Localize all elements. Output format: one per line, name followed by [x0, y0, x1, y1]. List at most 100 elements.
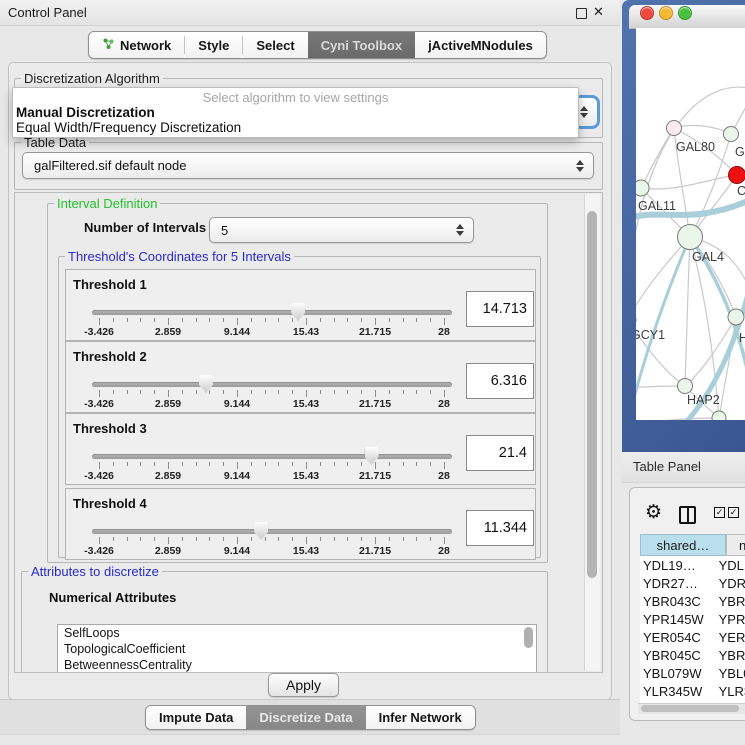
major-tick [237, 390, 238, 397]
vertical-scrollbar[interactable] [584, 194, 600, 671]
network-node-gal80[interactable] [667, 121, 682, 136]
table-row[interactable]: YBR043CYBR0 [640, 592, 745, 610]
threshold-slider-track[interactable] [92, 454, 452, 459]
network-node-ga[interactable] [724, 127, 739, 142]
network-node-h[interactable] [728, 309, 744, 325]
tick-label: 2.859 [142, 545, 194, 557]
zoom-light[interactable] [678, 6, 692, 20]
major-tick [306, 462, 307, 469]
vertical-scrollbar-thumb[interactable] [587, 211, 597, 578]
minor-tick [251, 390, 252, 394]
network-node-gal11[interactable] [636, 180, 649, 196]
minor-tick [182, 537, 183, 541]
minor-tick [127, 390, 128, 394]
minor-tick [430, 462, 431, 466]
minor-tick [278, 318, 279, 322]
minimize-light[interactable] [659, 6, 673, 20]
network-node[interactable] [712, 411, 726, 420]
tab-discretize-data[interactable]: Discretize Data [246, 706, 365, 729]
close-icon[interactable]: ✕ [593, 4, 604, 20]
table-rows: YDL19…YDL1YDR27…YDR2YBR043CYBR0YPR145WYP… [640, 556, 745, 703]
tick-label: 9.144 [211, 326, 263, 338]
column-header-shared-name[interactable]: shared… [640, 534, 726, 556]
minor-tick [334, 390, 335, 394]
tab-impute-data[interactable]: Impute Data [146, 706, 246, 729]
major-tick [237, 462, 238, 469]
interval-definition-groupbox: Interval Definition Number of Intervals … [47, 203, 548, 563]
checkbox-checked-icon[interactable]: ✓ [714, 507, 725, 518]
threshold-label: Threshold 1 [73, 277, 147, 292]
minor-tick [416, 390, 417, 394]
attribute-item[interactable]: BetweennessCentrality [58, 657, 536, 673]
algorithm-option-equal-width-frequency-discretization[interactable]: Equal Width/Frequency Discretization [13, 120, 578, 135]
apply-button[interactable]: Apply [268, 673, 339, 697]
threshold-slider-track[interactable] [92, 310, 452, 315]
table-row[interactable]: YPR145WYPR1 [640, 610, 745, 628]
network-edge[interactable] [685, 237, 690, 386]
tab-label: Discretize Data [259, 710, 352, 725]
major-tick [306, 537, 307, 544]
horizontal-scrollbar[interactable] [638, 703, 745, 714]
tick-label: 9.144 [211, 398, 263, 410]
threshold-slider-thumb[interactable] [365, 447, 379, 465]
threshold-slider-thumb[interactable] [254, 522, 268, 540]
network-edge[interactable] [690, 237, 719, 418]
attribute-item[interactable]: SelfLoops [58, 625, 536, 641]
major-tick [306, 318, 307, 325]
threshold-slider-thumb[interactable] [199, 375, 213, 393]
list-scrollbar-thumb[interactable] [524, 627, 533, 648]
tab-select[interactable]: Select [243, 32, 307, 58]
minor-tick [154, 537, 155, 541]
network-node-hap2[interactable] [678, 379, 693, 394]
tab-style[interactable]: Style [185, 32, 242, 58]
numerical-attributes-list[interactable]: SelfLoopsTopologicalCoefficientBetweenne… [57, 624, 537, 673]
tab-infer-network[interactable]: Infer Network [366, 706, 475, 729]
tab-cyni-toolbox[interactable]: Cyni Toolbox [308, 32, 415, 58]
checkbox-checked-icon[interactable]: ✓ [728, 507, 739, 518]
network-node-c[interactable] [729, 167, 745, 184]
tab-jactivemnodules[interactable]: jActiveMNodules [415, 32, 546, 58]
network-edge[interactable] [636, 418, 719, 420]
threshold-value-field[interactable]: 14.713 [466, 291, 534, 327]
table-row[interactable]: YDL19…YDL1 [640, 556, 745, 574]
float-window-icon[interactable] [576, 8, 587, 19]
threshold-slider-thumb[interactable] [291, 303, 305, 321]
close-light[interactable] [640, 6, 654, 20]
major-tick [444, 537, 445, 544]
tab-network[interactable]: Network [89, 32, 184, 58]
table-data-combobox[interactable]: galFiltered.sif default node [22, 152, 594, 179]
threshold-panel: Threshold 3-3.4262.8599.14415.4321.71528… [65, 413, 536, 485]
attribute-item[interactable]: TopologicalCoefficient [58, 641, 536, 657]
minor-tick [209, 462, 210, 466]
combo-arrows-icon [456, 224, 464, 236]
minor-tick [182, 318, 183, 322]
minor-tick [416, 537, 417, 541]
algorithm-group-title: Discretization Algorithm [21, 71, 163, 86]
major-tick [375, 537, 376, 544]
table-row[interactable]: YDR27…YDR2 [640, 574, 745, 592]
gear-icon[interactable]: ⚙ [645, 503, 662, 522]
horizontal-scrollbar-thumb[interactable] [641, 705, 739, 712]
table-row[interactable]: YLR345WYLR3 [640, 682, 745, 700]
node-label: GAL11 [638, 199, 676, 213]
threshold-slider-track[interactable] [92, 529, 452, 534]
cell-shared-name: YLR345W [640, 684, 719, 699]
table-row[interactable]: YBR045CYBR0 [640, 646, 745, 664]
threshold-value-field[interactable]: 11.344 [466, 510, 534, 546]
minor-tick [182, 390, 183, 394]
number-of-intervals-spinner[interactable]: 5 [209, 217, 474, 243]
table-row[interactable]: YER054CYER0 [640, 628, 745, 646]
threshold-value-field[interactable]: 21.4 [466, 435, 534, 471]
minor-tick [430, 537, 431, 541]
threshold-slider-track[interactable] [92, 382, 452, 387]
column-header-name[interactable]: na [726, 534, 745, 556]
network-edge[interactable] [641, 175, 737, 189]
table-row[interactable]: YBL079WYBL0 [640, 664, 745, 682]
threshold-value-field[interactable]: 6.316 [466, 363, 534, 399]
network-canvas[interactable]: GAL80GACGAL11GAL4GCY1HHAP2 [636, 28, 745, 420]
thresholds-groupbox: Threshold's Coordinates for 5 Intervals … [58, 256, 541, 558]
network-node-gal4[interactable] [678, 225, 703, 250]
columns-icon[interactable] [679, 506, 696, 524]
algorithm-option-manual-discretization[interactable]: Manual Discretization [13, 105, 578, 120]
minor-tick [361, 318, 362, 322]
